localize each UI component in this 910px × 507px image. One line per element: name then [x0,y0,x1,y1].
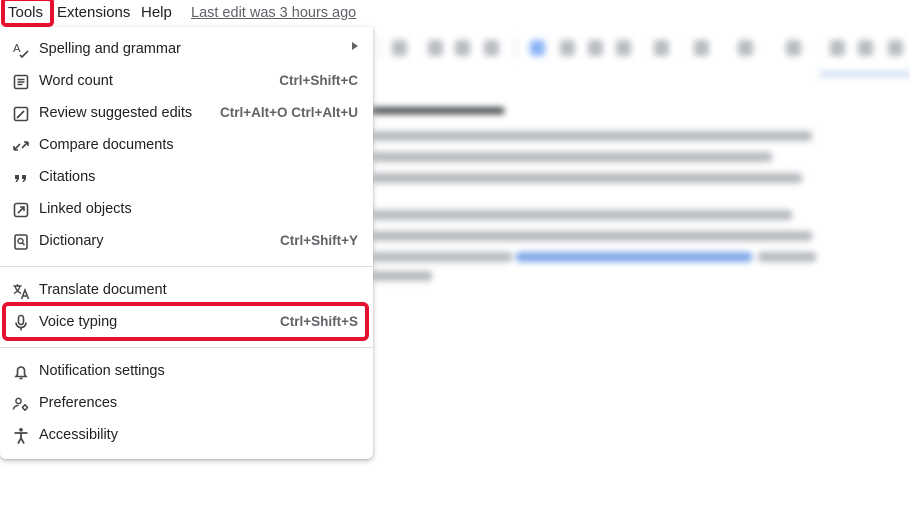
menu-divider [0,266,373,267]
preferences-icon [11,394,31,414]
review-edits-icon [11,104,31,124]
menu-item-label: Word count [39,73,113,89]
menu-item-label: Compare documents [39,137,174,153]
menubar: Tools Extensions Help Last edit was 3 ho… [0,0,910,26]
last-edit-link[interactable]: Last edit was 3 hours ago [191,4,356,22]
toolbar-separator [515,38,516,58]
tools-dropdown-menu: A Spelling and grammar Word count Ctrl+S… [0,27,373,459]
menu-item-compare-documents[interactable]: Compare documents [0,129,373,161]
menu-item-label: Citations [39,169,96,185]
toolbar-separator [380,38,381,58]
bold-icon [428,40,443,56]
checklist-icon [694,40,709,56]
word-count-icon [11,72,31,92]
paragraph-line [372,173,802,183]
paragraph-line [372,210,792,220]
menu-item-shortcut: Ctrl+Shift+C [279,73,358,88]
paragraph-line [372,252,512,262]
menu-item-label: Translate document [39,282,167,298]
bullets-icon [738,40,753,56]
tools-highlight-box [1,0,54,27]
menu-divider [0,347,373,348]
paragraph-link [516,252,752,262]
menu-item-label: Notification settings [39,363,165,379]
quote-icon [11,168,31,188]
dictionary-icon [11,232,31,252]
clear-format-icon [888,40,903,56]
menu-item-preferences[interactable]: Preferences [0,387,373,419]
menu-item-dictionary[interactable]: Dictionary Ctrl+Shift+Y [0,225,373,257]
menu-item-label: Spelling and grammar [39,41,181,57]
indent-icon [830,40,845,56]
menu-item-citations[interactable]: Citations [0,161,373,193]
spellcheck-icon: A [11,40,31,60]
menu-item-label: Linked objects [39,201,132,217]
italic-icon [455,40,470,56]
menu-help[interactable]: Help [141,4,172,22]
document-heading-blurred: ▬▬▬▬▬▬ [372,94,504,119]
line-spacing-icon [654,40,669,56]
ruler [820,70,910,78]
paragraph-line [372,152,772,162]
align-center-icon [560,40,575,56]
menu-item-shortcut: Ctrl+Alt+O Ctrl+Alt+U [219,105,358,120]
voice-typing-highlight-box [2,302,369,341]
menu-item-accessibility[interactable]: Accessibility [0,419,373,451]
paragraph-line [758,252,816,262]
menu-item-label: Review suggested edits [39,105,193,121]
text-color-icon [484,40,499,56]
align-left-icon [530,40,545,56]
paint-format-icon [392,40,407,56]
submenu-arrow-icon [352,42,358,50]
menu-item-label: Accessibility [39,427,118,443]
paragraph-line [372,231,812,241]
numbered-list-icon [786,40,801,56]
outdent-icon [858,40,873,56]
svg-text:A: A [13,42,21,55]
menu-extensions[interactable]: Extensions [57,4,130,22]
menu-item-linked-objects[interactable]: Linked objects [0,193,373,225]
paragraph-line [372,271,432,281]
linked-objects-icon [11,200,31,220]
paragraph-line [372,131,812,141]
menu-item-label: Preferences [39,395,118,411]
menu-item-spelling-grammar[interactable]: A Spelling and grammar [0,33,373,65]
translate-icon [11,281,31,301]
menu-item-word-count[interactable]: Word count Ctrl+Shift+C [0,65,373,97]
menu-item-review-suggested-edits[interactable]: Review suggested edits Ctrl+Alt+O Ctrl+A… [0,97,373,129]
compare-icon [11,136,31,156]
menu-item-notification-settings[interactable]: Notification settings [0,355,373,387]
accessibility-icon [11,426,31,446]
align-right-icon [588,40,603,56]
menu-item-label: Dictionary [39,233,104,249]
bell-icon [11,362,31,382]
justify-icon [616,40,631,56]
menu-item-shortcut: Ctrl+Shift+Y [279,233,358,248]
